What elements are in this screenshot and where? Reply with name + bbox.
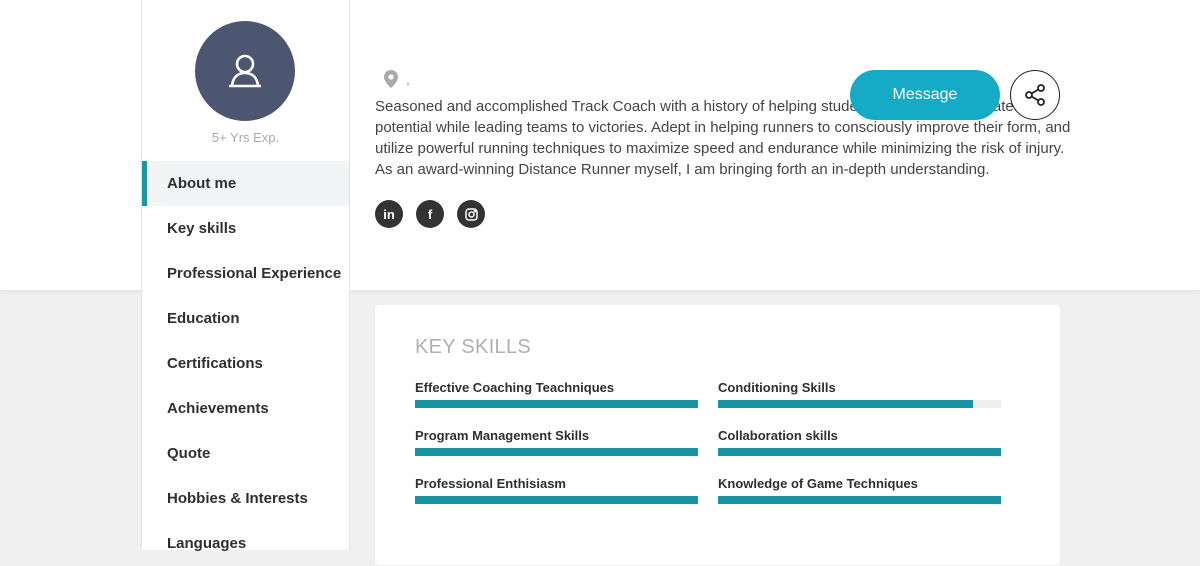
skill-item: Effective Coaching Teachniques xyxy=(415,379,698,408)
sidebar-item-certifications[interactable]: Certifications xyxy=(142,341,349,386)
skill-label: Effective Coaching Teachniques xyxy=(415,380,615,395)
skill-item: Professional Enthisiasm xyxy=(415,475,698,504)
sidebar-item-hobbies[interactable]: Hobbies & Interests xyxy=(142,476,349,521)
key-skills-title: KEY SKILLS xyxy=(415,336,532,358)
facebook-icon[interactable]: f xyxy=(416,200,444,228)
user-icon xyxy=(229,54,261,88)
skill-bar-track xyxy=(415,496,698,504)
sidebar-item-about-me[interactable]: About me xyxy=(142,161,349,206)
instagram-icon[interactable] xyxy=(457,200,485,228)
experience-label: 5+ Yrs Exp. xyxy=(211,130,280,145)
skill-bar-fill xyxy=(718,400,973,408)
skill-bar-fill xyxy=(718,448,1001,456)
skill-bar-fill xyxy=(718,496,1001,504)
skill-item: Conditioning Skills xyxy=(718,379,1001,408)
skill-bar-track xyxy=(415,448,698,456)
skill-bar-fill xyxy=(415,448,698,456)
sidebar-item-professional-experience[interactable]: Professional Experience xyxy=(142,251,349,296)
sidebar-item-education[interactable]: Education xyxy=(142,296,349,341)
skill-bar-fill xyxy=(415,400,698,408)
location-pin-icon xyxy=(384,70,398,88)
linkedin-icon[interactable]: in xyxy=(375,200,403,228)
social-links: in f xyxy=(375,200,485,228)
share-button[interactable] xyxy=(1010,70,1060,120)
skill-label: Program Management Skills xyxy=(415,428,590,443)
skill-item: Knowledge of Game Techniques xyxy=(718,475,1001,504)
sidebar-item-achievements[interactable]: Achievements xyxy=(142,386,349,431)
location-row: , xyxy=(384,69,410,89)
share-icon xyxy=(1025,84,1045,106)
skill-label: Conditioning Skills xyxy=(718,380,836,395)
skill-label: Collaboration skills xyxy=(718,428,838,443)
skill-bar-track xyxy=(718,400,1001,408)
skill-label: Professional Enthisiasm xyxy=(415,476,566,491)
sidebar-item-key-skills[interactable]: Key skills xyxy=(142,206,349,251)
sidebar-nav: About me Key skills Professional Experie… xyxy=(142,161,349,566)
sidebar: 5+ Yrs Exp. About me Key skills Professi… xyxy=(141,0,350,552)
location-text: , xyxy=(406,71,410,87)
skill-bar-track xyxy=(415,400,698,408)
sidebar-item-quote[interactable]: Quote xyxy=(142,431,349,476)
skill-bar-track xyxy=(718,448,1001,456)
skill-bar-track xyxy=(718,496,1001,504)
skill-item: Collaboration skills xyxy=(718,427,1001,456)
avatar xyxy=(195,21,295,121)
skill-bar-fill xyxy=(415,496,698,504)
skill-label: Knowledge of Game Techniques xyxy=(718,476,918,491)
skill-item: Program Management Skills xyxy=(415,427,698,456)
key-skills-card: KEY SKILLS Effective Coaching Teachnique… xyxy=(375,305,1060,565)
sidebar-item-languages[interactable]: Languages xyxy=(142,521,349,566)
message-button[interactable]: Message xyxy=(850,70,1000,120)
